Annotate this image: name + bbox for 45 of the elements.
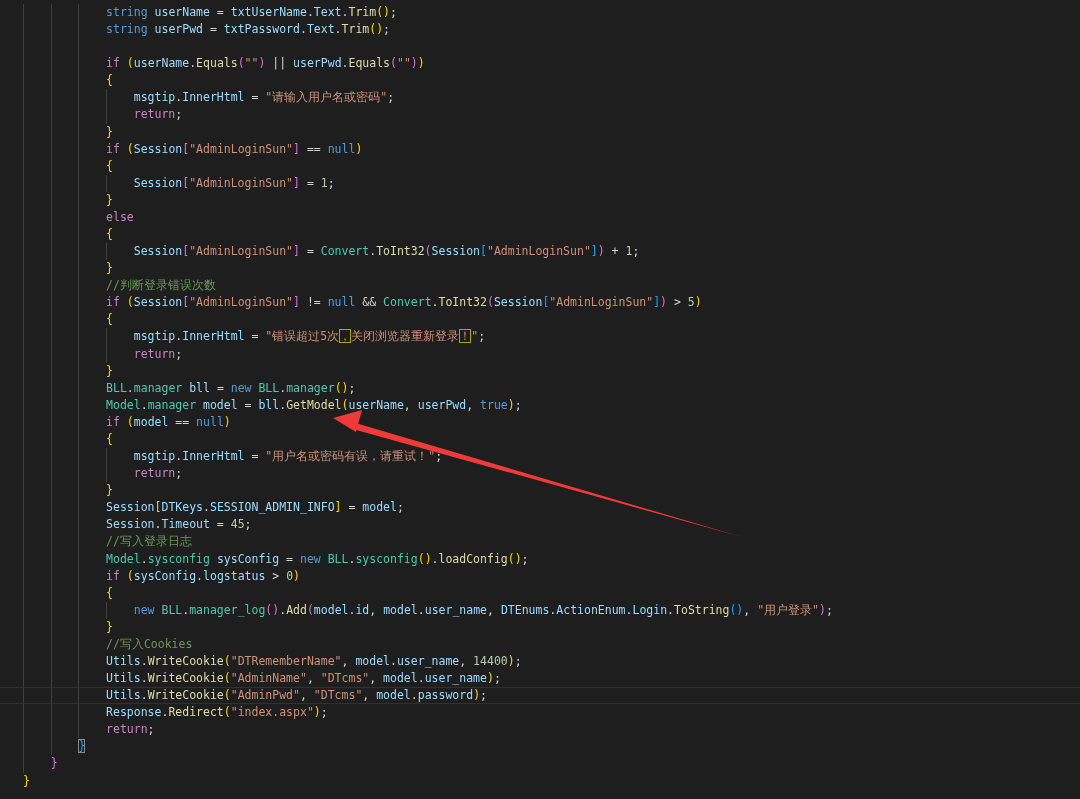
code-line: } <box>50 755 58 773</box>
code-line: { <box>106 157 113 175</box>
code-line: } <box>106 123 113 141</box>
code-line: else <box>106 208 134 226</box>
code-line: if (userName.Equals("") || userPwd.Equals("")) <box>106 55 425 73</box>
code-line: Utils.WriteCookie("AdminPwd", "DTcms", model.password); <box>106 688 487 704</box>
code-line: return; <box>133 345 183 363</box>
code-line: Session["AdminLoginSun"] = 1; <box>133 174 335 192</box>
code-comment: //写入Cookies <box>106 635 193 653</box>
code-line: BLL.manager bll = new BLL.manager(); <box>106 379 356 397</box>
code-line: msgtip.InnerHtml = "用户名或密码有误，请重试！"; <box>133 448 443 466</box>
code-line: } <box>106 191 113 209</box>
code-line: Utils.WriteCookie("AdminName", "DTcms", model.user_name); <box>106 670 501 688</box>
code-line: string userPwd = txtPassword.Text.Trim(); <box>106 21 391 39</box>
code-line: if (sysConfig.logstatus > 0) <box>106 567 300 585</box>
code-line: } <box>78 738 86 756</box>
code-line: } <box>23 772 30 790</box>
code-line: return; <box>133 465 183 483</box>
code-line: } <box>106 362 113 380</box>
code-comment: //写入登录日志 <box>106 533 192 551</box>
code-line: { <box>106 584 113 602</box>
code-line: Utils.WriteCookie("DTRememberName", model.user_name, 14400); <box>106 652 522 670</box>
code-line: if (Session["AdminLoginSun"] == null) <box>106 140 363 158</box>
code-line: Session[DTKeys.SESSION_ADMIN_INFO] = model; <box>106 499 404 517</box>
code-line: { <box>106 430 113 448</box>
code-line: { <box>106 311 113 329</box>
code-line: string userName = txtUserName.Text.Trim(); <box>106 4 397 21</box>
code-line: { <box>106 226 113 243</box>
code-line: Model.manager model = bll.GetModel(userName, userPwd, true); <box>106 396 522 414</box>
code-line: { <box>106 72 113 90</box>
code-line: new BLL.manager_log().Add(model.id, model.user_name, DTEnums.ActionEnum.Login.ToString(), "用户登录"); <box>133 601 833 619</box>
code-line: Session["AdminLoginSun"] = Convert.ToInt32(Session["AdminLoginSun"]) + 1; <box>133 243 640 261</box>
code-line: msgtip.InnerHtml = "请输入用户名或密码"; <box>133 89 395 107</box>
code-line: if (Session["AdminLoginSun"] != null && Convert.ToInt32(Session["AdminLoginSun"]) > 5) <box>106 294 702 312</box>
code-line: return; <box>133 106 183 124</box>
code-line: } <box>106 618 113 636</box>
code-line: Response.Redirect("index.aspx"); <box>106 704 328 722</box>
code-line: Session.Timeout = 45; <box>106 516 252 534</box>
code-comment: //判断登录错误次数 <box>106 277 216 295</box>
code-line: } <box>106 482 113 500</box>
code-line: return; <box>106 721 155 739</box>
code-line: if (model == null) <box>106 413 231 431</box>
code-line: Model.sysconfig sysConfig = new BLL.sysconfig().loadConfig(); <box>106 550 529 568</box>
code-line: msgtip.InnerHtml = "错误超过5次，关闭浏览器重新登录！"; <box>133 328 486 346</box>
code-line: } <box>106 260 113 278</box>
